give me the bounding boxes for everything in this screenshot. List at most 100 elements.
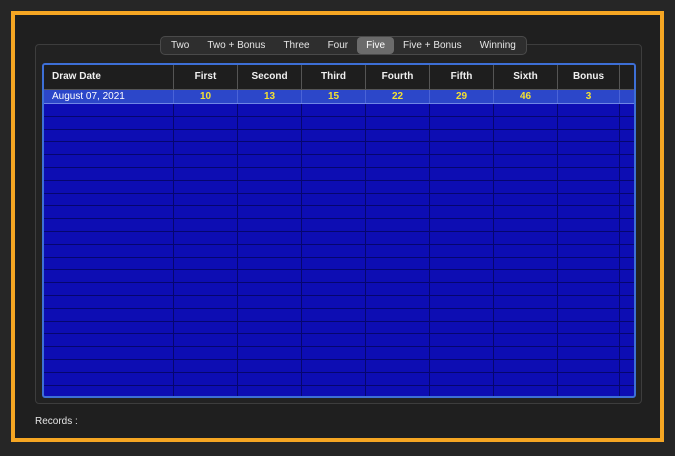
- empty-cell: [620, 283, 634, 295]
- empty-cell: [302, 129, 366, 142]
- results-table[interactable]: Draw Date First Second Third Fourth Fift…: [42, 63, 636, 398]
- empty-cell: [366, 308, 430, 321]
- empty-cell: [238, 129, 302, 142]
- empty-cell: [302, 231, 366, 244]
- empty-cell: [620, 360, 634, 372]
- empty-cell: [44, 257, 174, 270]
- empty-cell: [620, 142, 634, 154]
- empty-cell: [430, 142, 494, 155]
- empty-cell: [620, 245, 634, 257]
- column-header-fourth[interactable]: Fourth: [366, 65, 430, 89]
- empty-cell: [620, 117, 634, 129]
- empty-table-row: [44, 359, 634, 373]
- empty-cell: [430, 167, 494, 180]
- empty-cell: [44, 116, 174, 129]
- empty-cell: [620, 155, 634, 167]
- tab-two-bonus[interactable]: Two + Bonus: [198, 37, 274, 54]
- tab-five[interactable]: Five: [357, 37, 395, 54]
- empty-table-row: [44, 321, 634, 335]
- empty-cell: [302, 347, 366, 359]
- empty-cell: [174, 231, 238, 244]
- empty-table-row: [44, 308, 634, 322]
- cell-sixth: 46: [494, 90, 558, 103]
- empty-cell: [44, 142, 174, 155]
- column-header-first[interactable]: First: [174, 65, 238, 89]
- empty-cell: [302, 116, 366, 129]
- empty-cell: [238, 193, 302, 206]
- empty-cell: [494, 295, 558, 308]
- cell-third: 15: [302, 90, 366, 103]
- column-header-draw-date[interactable]: Draw Date: [44, 65, 174, 89]
- empty-cell: [558, 347, 620, 359]
- empty-cell: [494, 180, 558, 193]
- column-header-third[interactable]: Third: [302, 65, 366, 89]
- empty-cell: [366, 347, 430, 359]
- column-header-bonus[interactable]: Bonus: [558, 65, 620, 89]
- empty-cell: [238, 334, 302, 347]
- empty-cell: [44, 231, 174, 244]
- empty-cell: [430, 334, 494, 347]
- cell-bonus: 3: [558, 90, 620, 103]
- tab-two[interactable]: Two: [162, 37, 198, 54]
- empty-cell: [238, 180, 302, 193]
- empty-cell: [44, 219, 174, 231]
- empty-cell: [558, 219, 620, 231]
- empty-cell: [494, 129, 558, 142]
- empty-cell: [494, 104, 558, 116]
- column-header-sixth[interactable]: Sixth: [494, 65, 558, 89]
- column-header-fifth[interactable]: Fifth: [430, 65, 494, 89]
- empty-cell: [44, 334, 174, 347]
- empty-table-row: [44, 193, 634, 207]
- empty-cell: [366, 206, 430, 219]
- empty-cell: [238, 321, 302, 334]
- empty-table-row: [44, 372, 634, 386]
- empty-cell: [558, 257, 620, 270]
- empty-cell: [238, 359, 302, 372]
- empty-cell: [620, 270, 634, 282]
- empty-cell: [174, 244, 238, 257]
- empty-table-row: [44, 385, 634, 396]
- empty-table-row: [44, 244, 634, 258]
- empty-cell: [430, 231, 494, 244]
- empty-cell: [174, 142, 238, 155]
- empty-cell: [44, 385, 174, 396]
- empty-cell: [238, 155, 302, 167]
- empty-cell: [238, 295, 302, 308]
- empty-cell: [494, 231, 558, 244]
- empty-cell: [494, 270, 558, 283]
- empty-cell: [620, 232, 634, 244]
- empty-cell: [302, 193, 366, 206]
- empty-cell: [494, 334, 558, 347]
- empty-cell: [430, 104, 494, 116]
- empty-cell: [558, 193, 620, 206]
- empty-cell: [430, 295, 494, 308]
- empty-cell: [366, 193, 430, 206]
- empty-table-row: [44, 231, 634, 245]
- empty-cell: [238, 116, 302, 129]
- empty-cell: [302, 142, 366, 155]
- empty-cell: [174, 219, 238, 231]
- empty-cell: [44, 129, 174, 142]
- empty-cell: [44, 359, 174, 372]
- empty-cell: [494, 116, 558, 129]
- empty-cell: [174, 206, 238, 219]
- empty-cell: [174, 295, 238, 308]
- empty-cell: [174, 116, 238, 129]
- empty-cell: [430, 372, 494, 385]
- empty-table-row: [44, 129, 634, 143]
- tab-five-bonus[interactable]: Five + Bonus: [394, 37, 471, 54]
- empty-cell: [238, 347, 302, 359]
- tab-three[interactable]: Three: [274, 37, 318, 54]
- table-row[interactable]: August 07, 2021 10 13 15 22 29 46 3: [44, 90, 634, 104]
- tab-winning[interactable]: Winning: [471, 37, 525, 54]
- tab-four[interactable]: Four: [319, 37, 358, 54]
- empty-cell: [620, 322, 634, 334]
- empty-cell: [366, 283, 430, 295]
- empty-cell: [558, 206, 620, 219]
- column-header-second[interactable]: Second: [238, 65, 302, 89]
- empty-cell: [558, 142, 620, 155]
- empty-cell: [620, 386, 634, 396]
- empty-cell: [302, 334, 366, 347]
- empty-cell: [430, 116, 494, 129]
- empty-rows: [44, 104, 634, 396]
